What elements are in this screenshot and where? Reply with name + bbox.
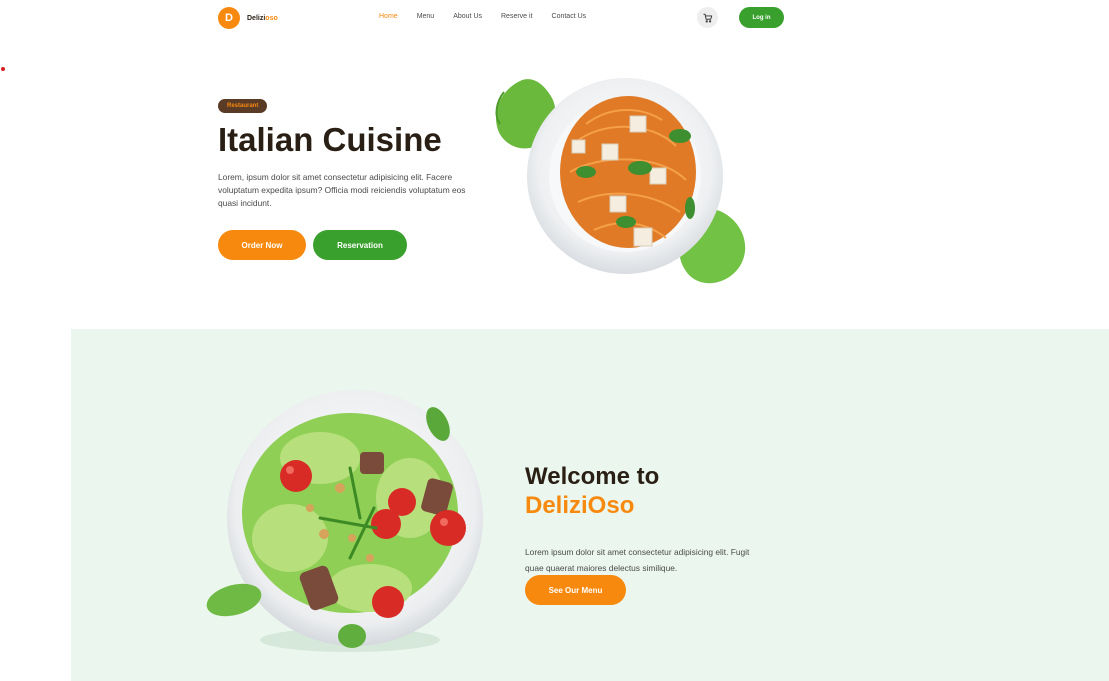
hero-title: Italian Cuisine <box>218 121 442 158</box>
login-button[interactable]: Log in <box>739 7 784 28</box>
main-menu: Home Menu About Us Reserve it Contact Us <box>379 13 605 20</box>
logo-name-main: Delizi <box>247 14 266 22</box>
nav-link-home[interactable]: Home <box>379 13 398 20</box>
salad-bowl-image <box>206 390 483 652</box>
red-dot-marker <box>1 67 5 71</box>
reservation-button[interactable]: Reservation <box>313 230 407 260</box>
spaghetti-plate-image <box>495 78 746 284</box>
welcome-title: Welcome to <box>525 463 660 490</box>
cart-button[interactable] <box>697 7 718 28</box>
logo-text: Delizioso <box>247 15 278 22</box>
logo-badge: D <box>218 7 240 29</box>
see-our-menu-button[interactable]: See Our Menu <box>525 575 626 605</box>
nav-link-reserve[interactable]: Reserve it <box>501 13 533 20</box>
welcome-description: Lorem ipsum dolor sit amet consectetur a… <box>525 547 750 573</box>
hero-description: Lorem, ipsum dolor sit amet consectetur … <box>218 172 466 208</box>
nav-link-about[interactable]: About Us <box>453 13 482 20</box>
nav-link-contact[interactable]: Contact Us <box>552 13 587 20</box>
restaurant-badge: Restaurant <box>218 99 268 113</box>
order-now-button[interactable]: Order Now <box>218 230 306 260</box>
nav-link-menu[interactable]: Menu <box>417 13 435 20</box>
logo[interactable]: D Delizioso <box>218 7 278 29</box>
logo-name-accent: oso <box>265 14 278 22</box>
navbar: D Delizioso Home Menu About Us Reserve i… <box>0 0 1109 36</box>
cart-icon <box>702 13 712 22</box>
welcome-brand: DeliziOso <box>525 492 635 519</box>
